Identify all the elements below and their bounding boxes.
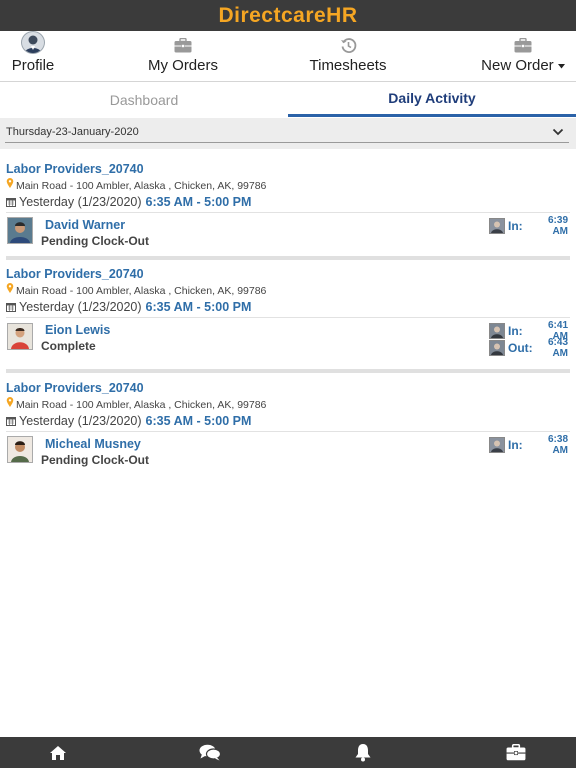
bell-icon [355, 744, 371, 762]
clock-in: In: 6:39 AM [489, 215, 568, 237]
provider-link[interactable]: Labor Providers_20740 [6, 381, 144, 395]
provider-link[interactable]: Labor Providers_20740 [6, 267, 144, 281]
address-text: Main Road - 100 Ambler, Alaska , Chicken… [16, 285, 267, 297]
worker-row[interactable]: Eion Lewis Complete In: 6:41 AM Out: 6:4… [6, 318, 570, 368]
app-header: DirectcareHR [0, 0, 576, 31]
shift-day: Yesterday (1/23/2020) [19, 414, 142, 428]
clock-in-label: In: [508, 219, 523, 233]
clock-in-label: In: [508, 438, 523, 452]
clock-in-time: 6:39 AM [547, 215, 568, 237]
briefcase-icon [173, 35, 193, 55]
briefcase-icon [506, 744, 526, 761]
address-text: Main Road - 100 Ambler, Alaska , Chicken… [16, 399, 267, 411]
worker-status: Complete [41, 339, 96, 353]
tab-daily-activity[interactable]: Daily Activity [288, 82, 576, 117]
activity-list: Labor Providers_20740 Main Road - 100 Am… [0, 150, 576, 473]
nav-timesheets-label: Timesheets [309, 57, 387, 74]
clock-in-time: 6:38 AM [547, 434, 568, 456]
tab-dashboard[interactable]: Dashboard [0, 82, 288, 117]
home-icon [50, 745, 66, 760]
caret-down-icon [557, 63, 565, 69]
clock-out-label: Out: [508, 341, 533, 355]
nav-timesheets[interactable]: Timesheets [303, 31, 393, 81]
bottom-tab-messages[interactable] [180, 737, 240, 768]
worker-photo [7, 323, 33, 350]
clock-in: In: 6:38 AM [489, 434, 568, 456]
date-filter-bar: Thursday-23-January-2020 [0, 118, 576, 149]
clock-out-time: 6:43 AM [547, 337, 568, 359]
list-item: Labor Providers_20740 Main Road - 100 Am… [0, 373, 576, 473]
worker-row[interactable]: Micheal Musney Pending Clock-Out In: 6:3… [6, 432, 570, 472]
clock-in-photo [489, 437, 505, 453]
clock-out-photo [489, 340, 505, 356]
list-item: Labor Providers_20740 Main Road - 100 Am… [0, 260, 576, 373]
list-item: Labor Providers_20740 Main Road - 100 Am… [0, 150, 576, 260]
date-select[interactable]: Thursday-23-January-2020 [5, 124, 569, 143]
worker-status: Pending Clock-Out [41, 234, 149, 248]
calendar-icon [6, 417, 16, 426]
shift-hours: 6:35 AM - 5:00 PM [145, 300, 252, 314]
shift-day: Yesterday (1/23/2020) [19, 300, 142, 314]
briefcase-icon [513, 35, 533, 55]
shift-hours: 6:35 AM - 5:00 PM [145, 195, 252, 209]
location-pin-icon [6, 178, 14, 188]
chevron-down-icon [552, 128, 564, 136]
clock-in-photo [489, 218, 505, 234]
chat-icon [199, 744, 221, 761]
date-select-value: Thursday-23-January-2020 [6, 126, 139, 138]
clock-in-photo [489, 323, 505, 339]
location-pin-icon [6, 283, 14, 293]
clock-out: Out: 6:43 AM [489, 337, 568, 359]
calendar-icon [6, 198, 16, 207]
worker-name: Micheal Musney [45, 437, 141, 451]
provider-link[interactable]: Labor Providers_20740 [6, 162, 144, 176]
history-icon [338, 35, 358, 55]
nav-new-order-label: New Order [481, 57, 565, 74]
shift-hours: 6:35 AM - 5:00 PM [145, 414, 252, 428]
nav-new-order[interactable]: New Order [478, 31, 568, 81]
bottom-tab-bar [0, 737, 576, 768]
app-title: DirectcareHR [218, 3, 358, 27]
clock-in-label: In: [508, 324, 523, 338]
profile-avatar [21, 31, 45, 54]
worker-row[interactable]: David Warner Pending Clock-Out In: 6:39 … [6, 213, 570, 253]
worker-name: Eion Lewis [45, 323, 111, 337]
tab-bar: Dashboard Daily Activity [0, 82, 576, 117]
nav-my-orders-label: My Orders [147, 57, 218, 74]
calendar-icon [6, 303, 16, 312]
worker-photo [7, 436, 33, 463]
nav-my-orders[interactable]: My Orders [138, 31, 228, 81]
worker-photo [7, 217, 33, 244]
worker-name: David Warner [45, 218, 126, 232]
location-pin-icon [6, 397, 14, 407]
bottom-tab-orders[interactable] [486, 737, 546, 768]
top-nav: Profile My Orders Timesheets New Order [0, 31, 576, 82]
nav-profile[interactable]: Profile [8, 31, 58, 81]
worker-status: Pending Clock-Out [41, 453, 149, 467]
nav-profile-label: Profile [11, 57, 55, 74]
shift-day: Yesterday (1/23/2020) [19, 195, 142, 209]
bottom-tab-notifications[interactable] [333, 737, 393, 768]
address-text: Main Road - 100 Ambler, Alaska , Chicken… [16, 180, 267, 192]
bottom-tab-home[interactable] [28, 737, 88, 768]
